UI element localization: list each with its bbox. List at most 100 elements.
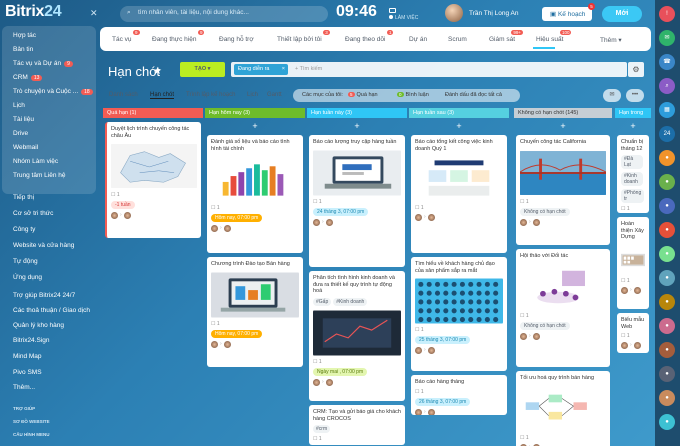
avatar[interactable] — [123, 212, 131, 219]
task-title[interactable]: Báo cáo hàng tháng — [415, 379, 503, 386]
tab[interactable]: Thêm ▾ — [600, 36, 622, 44]
sidebar-item[interactable]: Bản tin — [13, 46, 33, 53]
bitrix24-icon[interactable]: 24 — [659, 126, 675, 142]
avatar[interactable] — [415, 214, 422, 221]
sidebar-item[interactable]: Ứng dụng — [13, 274, 42, 281]
chat-icon[interactable]: ✉ — [659, 30, 675, 46]
task-card[interactable]: Chuẩn bị tháng 12 #Đà Lạt #Kinh doanh #Phòn… — [617, 135, 649, 213]
deadline-badge[interactable]: -1 tuần — [111, 201, 135, 209]
sidebar-item[interactable]: Tự động — [13, 258, 38, 265]
search-icon[interactable]: ⌕ — [659, 78, 675, 94]
task-tag[interactable]: #crm — [313, 425, 331, 433]
sidebar-item[interactable]: Webmail — [13, 144, 38, 151]
sidebar-item[interactable]: Lịch — [13, 102, 25, 109]
sidebar-item[interactable]: Tác vụ và Dự án 9 — [13, 60, 73, 67]
add-task-icon[interactable]: + — [514, 121, 612, 131]
task-title[interactable]: Báo cáo tổng kết công việc kinh doanh Qu… — [415, 139, 503, 152]
column-header[interactable]: Quá hạn (1) — [103, 108, 203, 118]
avatar[interactable] — [621, 286, 628, 294]
add-task-icon[interactable]: + — [205, 121, 305, 131]
avatar[interactable] — [532, 218, 540, 226]
filter-search-input[interactable]: Đang diễn ra × + Tìm kiếm — [231, 62, 627, 77]
sidebar-item[interactable]: Công ty — [13, 226, 35, 233]
task-title[interactable]: Duyệt lịch trình chuyến công tác châu Âu — [111, 126, 197, 139]
sidebar-item[interactable]: Drive — [13, 130, 28, 137]
task-card[interactable]: Tìm hiểu về khách hàng chủ đạo của sản p… — [411, 257, 507, 371]
add-task-icon[interactable]: + — [409, 121, 509, 131]
task-title[interactable]: Tìm hiểu về khách hàng chủ đạo của sản p… — [415, 261, 503, 274]
contact-avatar[interactable]: ● — [659, 246, 675, 262]
contact-avatar[interactable]: ● — [659, 270, 675, 286]
contact-avatar[interactable]: ● — [659, 390, 675, 406]
sidebar-item[interactable]: Nhóm Làm việc — [13, 158, 58, 165]
contact-avatar[interactable]: ● — [659, 174, 675, 190]
tab[interactable]: Đang theo dõi 1 — [345, 30, 394, 43]
sidebar-item[interactable]: Trung tâm Liên hệ — [13, 172, 66, 179]
sidebar-item[interactable]: Bitrix24.Sign — [13, 337, 50, 344]
deadline-badge[interactable]: Hôm nay, 07:00 pm — [211, 329, 263, 338]
avatar[interactable] — [211, 340, 218, 348]
task-card[interactable]: Hội thảo với Đối tác ☐ 1 Không có hạn chót… — [516, 249, 610, 367]
sidebar-footer-link[interactable]: TRỢ GIÚP — [13, 406, 35, 411]
mail-icon[interactable]: ✉ — [603, 89, 621, 102]
column-header[interactable]: Không có hạn chót (145) — [514, 108, 612, 118]
sidebar-item[interactable]: Trò chuyện và Cuộc ... 18 — [13, 88, 93, 95]
tab[interactable]: Đang thực hiện 9 — [152, 30, 205, 43]
phone-icon[interactable]: ☎ — [659, 54, 675, 70]
contact-avatar[interactable]: ● — [659, 342, 675, 358]
avatar[interactable] — [313, 378, 320, 386]
counter-comments[interactable]: 0 Bình luận — [397, 92, 429, 98]
avatar[interactable] — [520, 332, 527, 340]
avatar[interactable] — [427, 347, 435, 354]
task-tag[interactable]: #Phòng tr — [621, 189, 645, 203]
task-tag[interactable]: #Kinh doanh — [621, 172, 643, 186]
task-title[interactable]: Phân tích tình hình kinh doanh và đưa ra… — [313, 275, 401, 295]
deadline-badge[interactable]: Ngày mai , 07:00 pm — [313, 367, 368, 376]
task-card[interactable]: CRM: Tạo và gửi báo giá cho khách hàng C… — [309, 405, 405, 445]
sidebar-item[interactable]: Website và cửa hàng — [13, 242, 74, 249]
task-title[interactable]: Chuẩn bị tháng 12 — [621, 139, 645, 152]
task-tag[interactable]: #Gấp — [313, 297, 332, 306]
deadline-badge[interactable]: Không có hạn chót — [520, 207, 570, 216]
sidebar-item[interactable]: Hợp tác — [13, 32, 36, 39]
tab[interactable]: Scrum — [448, 36, 467, 43]
task-title[interactable]: CRM: Tạo và gửi báo giá cho khách hàng C… — [313, 409, 401, 422]
calendar-icon[interactable]: ▦ — [659, 102, 675, 118]
task-title[interactable]: Báo cáo lượng truy cập hàng tuần — [313, 139, 401, 146]
avatar[interactable] — [621, 342, 628, 349]
avatar[interactable] — [415, 408, 422, 415]
work-status[interactable]: LÀM VIỆC — [389, 15, 418, 21]
task-card[interactable]: Tối ưu hoá quy trình bán hàng☐ 1› — [516, 371, 610, 446]
sidebar-item[interactable]: Tài liệu — [13, 116, 34, 123]
task-title[interactable]: Chương trình Đào tạo Bán hàng — [211, 261, 299, 268]
flag-icon[interactable] — [389, 8, 396, 13]
counter-overdue[interactable]: 5 Quá hạn — [348, 92, 378, 98]
task-tag[interactable]: #Kinh doanh — [333, 297, 368, 306]
user-avatar[interactable] — [445, 4, 463, 22]
sidebar-item[interactable]: Trợ giúp Bitrix24 24/7 — [13, 292, 75, 299]
deadline-badge[interactable]: 26 tháng 3, 07:00 pm — [415, 397, 471, 406]
avatar[interactable] — [415, 347, 422, 354]
sidebar-item[interactable]: Pivo SMS — [13, 369, 42, 376]
tab[interactable]: Giám sát 99+ — [489, 30, 524, 43]
tab[interactable]: Thiết lập bởi tôi 3 — [277, 30, 330, 43]
task-title[interactable]: Biểu mẫu Web — [621, 317, 645, 330]
remove-filter-icon[interactable]: × — [282, 65, 285, 74]
avatar[interactable] — [427, 408, 435, 415]
avatar[interactable] — [111, 212, 118, 219]
contact-avatar[interactable]: ● — [659, 198, 675, 214]
avatar[interactable] — [532, 332, 540, 340]
sidebar-item[interactable]: Các thoả thuận / Giao dịch — [13, 307, 90, 314]
task-card[interactable]: Phân tích tình hình kinh doanh và đưa ra… — [309, 271, 405, 401]
task-card[interactable]: Chuyến công tác California ☐ 1 Không có hạ… — [516, 135, 610, 245]
add-task-icon[interactable]: + — [615, 121, 651, 131]
task-title[interactable]: Chuyến công tác California — [520, 139, 606, 146]
search-input[interactable]: ⌕ tìm nhân viên, tài liệu, nội dung khác.… — [120, 6, 328, 22]
avatar[interactable] — [223, 340, 231, 348]
sidebar-item[interactable]: Tiếp thị — [13, 194, 34, 201]
view-tab[interactable]: Hạn chót — [150, 92, 175, 99]
column-header[interactable]: Hạn tuần sau (3) — [409, 108, 509, 118]
close-menu-icon[interactable]: ✕ — [90, 8, 98, 19]
task-card[interactable]: Báo cáo lượng truy cập hàng tuần ☐ 1 24 th… — [309, 135, 405, 267]
task-card[interactable]: Báo cáo hàng tháng ☐ 1 26 tháng 3, 07:00 p… — [411, 375, 507, 415]
